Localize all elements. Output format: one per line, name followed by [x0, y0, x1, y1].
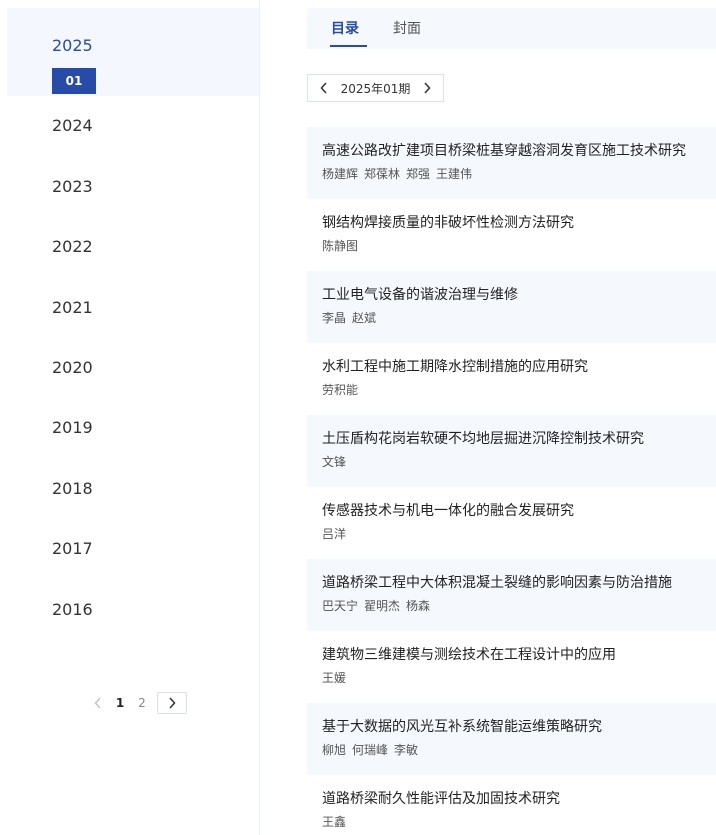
- author-name[interactable]: 吕洋: [322, 527, 346, 541]
- author-name[interactable]: 文锋: [322, 455, 346, 469]
- author-name[interactable]: 王建伟: [436, 167, 472, 181]
- next-issue-button[interactable]: [423, 82, 431, 94]
- author-name[interactable]: 何瑞峰: [352, 743, 388, 757]
- year-item[interactable]: 2017: [52, 539, 93, 558]
- author-name[interactable]: 巴天宁: [322, 599, 358, 613]
- article-item[interactable]: 基于大数据的风光互补系统智能运维策略研究 柳旭 何瑞峰 李敏: [307, 703, 716, 775]
- chevron-right-icon: [424, 82, 431, 94]
- author-name[interactable]: 柳旭: [322, 743, 346, 757]
- year-sidebar: 2025 01 2024 2023 2022 2021 2020 2019 20…: [7, 0, 259, 835]
- author-name[interactable]: 王鑫: [322, 815, 346, 829]
- author-name[interactable]: 王媛: [322, 671, 346, 685]
- author-name[interactable]: 李敏: [394, 743, 418, 757]
- chevron-left-icon: [320, 82, 327, 94]
- article-authors: 李晶 赵斌: [322, 309, 701, 327]
- chevron-right-icon: [169, 697, 176, 709]
- author-name[interactable]: 劳积能: [322, 383, 358, 397]
- article-item[interactable]: 土压盾构花岗岩软硬不均地层掘进沉降控制技术研究 文锋: [307, 415, 716, 487]
- year-item[interactable]: 2016: [52, 600, 93, 619]
- year-item[interactable]: 2024: [52, 116, 93, 135]
- article-item[interactable]: 传感器技术与机电一体化的融合发展研究 吕洋: [307, 487, 716, 559]
- year-item[interactable]: 2021: [52, 298, 93, 317]
- author-name[interactable]: 翟明杰: [364, 599, 400, 613]
- year-item[interactable]: 2019: [52, 418, 93, 437]
- issue-selector: 2025年01期: [307, 74, 444, 102]
- article-item[interactable]: 高速公路改扩建项目桥梁桩基穿越溶洞发育区施工技术研究 杨建辉 郑葆林 郑强 王建伟: [307, 127, 716, 199]
- article-authors: 王鑫: [322, 813, 701, 831]
- active-year-block: 2025 01: [7, 8, 259, 96]
- chevron-left-icon: [94, 697, 101, 709]
- author-name[interactable]: 陈静图: [322, 239, 358, 253]
- author-name[interactable]: 郑葆林: [364, 167, 400, 181]
- article-authors: 柳旭 何瑞峰 李敏: [322, 741, 701, 759]
- author-name[interactable]: 李晶: [322, 311, 346, 325]
- article-item[interactable]: 钢结构焊接质量的非破坏性检测方法研究 陈静图: [307, 199, 716, 271]
- pager-prev-button[interactable]: [87, 692, 109, 714]
- article-title[interactable]: 道路桥梁工程中大体积混凝土裂缝的影响因素与防治措施: [322, 571, 701, 595]
- article-title[interactable]: 高速公路改扩建项目桥梁桩基穿越溶洞发育区施工技术研究: [322, 139, 701, 163]
- article-title[interactable]: 土压盾构花岗岩软硬不均地层掘进沉降控制技术研究: [322, 427, 701, 451]
- year-item[interactable]: 2023: [52, 177, 93, 196]
- article-title[interactable]: 建筑物三维建模与测绘技术在工程设计中的应用: [322, 643, 701, 667]
- tab-bar: 目录 封面: [307, 8, 716, 49]
- article-authors: 陈静图: [322, 237, 701, 255]
- article-authors: 王媛: [322, 669, 701, 687]
- article-item[interactable]: 建筑物三维建模与测绘技术在工程设计中的应用 王媛: [307, 631, 716, 703]
- article-title[interactable]: 道路桥梁耐久性能评估及加固技术研究: [322, 787, 701, 811]
- article-title[interactable]: 水利工程中施工期降水控制措施的应用研究: [322, 355, 701, 379]
- author-name[interactable]: 赵斌: [352, 311, 376, 325]
- article-authors: 巴天宁 翟明杰 杨森: [322, 597, 701, 615]
- article-authors: 杨建辉 郑葆林 郑强 王建伟: [322, 165, 701, 183]
- year-item-2025[interactable]: 2025: [52, 36, 93, 55]
- year-pagination: 1 2: [87, 691, 187, 715]
- issue-label: 2025年01期: [340, 81, 411, 96]
- author-name[interactable]: 郑强: [406, 167, 430, 181]
- year-item[interactable]: 2018: [52, 479, 93, 498]
- article-authors: 文锋: [322, 453, 701, 471]
- article-item[interactable]: 水利工程中施工期降水控制措施的应用研究 劳积能: [307, 343, 716, 415]
- article-item[interactable]: 工业电气设备的谐波治理与维修 李晶 赵斌: [307, 271, 716, 343]
- author-name[interactable]: 杨森: [406, 599, 430, 613]
- article-title[interactable]: 基于大数据的风光互补系统智能运维策略研究: [322, 715, 701, 739]
- article-title[interactable]: 工业电气设备的谐波治理与维修: [322, 283, 701, 307]
- tab-contents[interactable]: 目录: [331, 18, 359, 38]
- author-name[interactable]: 杨建辉: [322, 167, 358, 181]
- article-list: 高速公路改扩建项目桥梁桩基穿越溶洞发育区施工技术研究 杨建辉 郑葆林 郑强 王建伟 钢…: [307, 127, 716, 835]
- month-badge-01[interactable]: 01: [52, 68, 96, 94]
- article-authors: 吕洋: [322, 525, 701, 543]
- year-item[interactable]: 2022: [52, 237, 93, 256]
- pager-page-1[interactable]: 1: [109, 696, 131, 710]
- sidebar-divider: [259, 0, 260, 835]
- prev-issue-button[interactable]: [320, 82, 328, 94]
- active-tab-indicator: [330, 45, 367, 47]
- article-title[interactable]: 钢结构焊接质量的非破坏性检测方法研究: [322, 211, 701, 235]
- article-item[interactable]: 道路桥梁工程中大体积混凝土裂缝的影响因素与防治措施 巴天宁 翟明杰 杨森: [307, 559, 716, 631]
- article-item[interactable]: 道路桥梁耐久性能评估及加固技术研究 王鑫: [307, 775, 716, 835]
- tab-cover[interactable]: 封面: [393, 18, 421, 38]
- article-authors: 劳积能: [322, 381, 701, 399]
- article-title[interactable]: 传感器技术与机电一体化的融合发展研究: [322, 499, 701, 523]
- pager-page-2[interactable]: 2: [131, 696, 153, 710]
- pager-next-button[interactable]: [157, 692, 187, 714]
- year-item[interactable]: 2020: [52, 358, 93, 377]
